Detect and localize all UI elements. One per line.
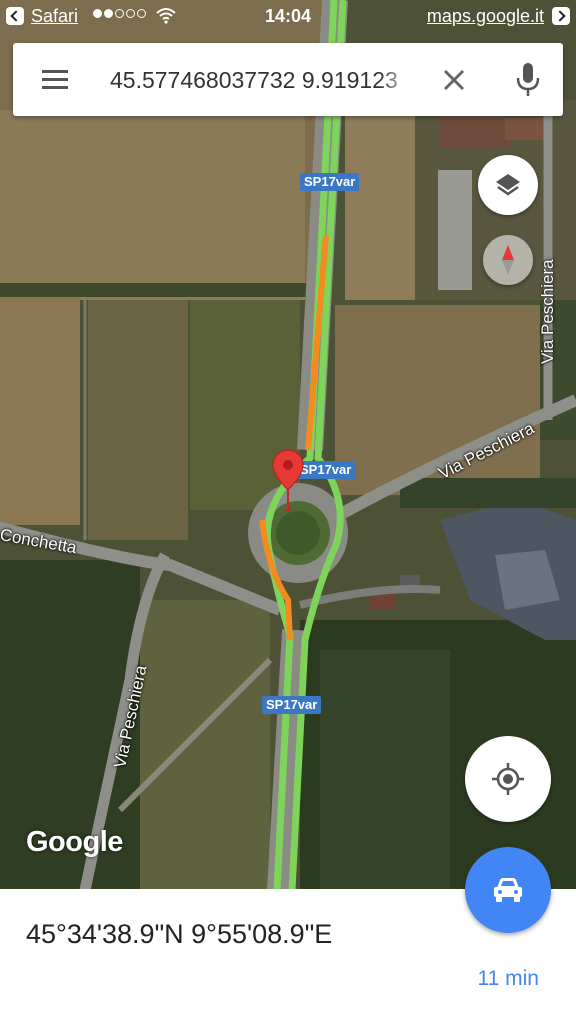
map-pin-icon[interactable] [271, 448, 305, 514]
layers-button[interactable] [478, 155, 538, 215]
compass-icon [502, 245, 514, 275]
forward-icon[interactable] [552, 7, 570, 25]
directions-button[interactable] [465, 847, 551, 933]
road-shield-sp17var: SP17var [262, 696, 322, 714]
road-shield-sp17var: SP17var [300, 173, 360, 191]
layers-icon [496, 174, 520, 196]
car-icon [494, 878, 522, 902]
travel-time: 11 min [477, 967, 539, 990]
clear-icon[interactable] [439, 65, 469, 95]
mic-icon[interactable] [513, 61, 543, 99]
status-bar: Safari 14:04 maps.google.it [0, 0, 576, 34]
my-location-button[interactable] [465, 736, 551, 822]
place-coordinates: 45°34'38.9"N 9°55'08.9"E [26, 919, 333, 949]
my-location-icon [492, 763, 524, 795]
status-url[interactable]: maps.google.it [427, 6, 544, 27]
compass-button[interactable] [483, 235, 533, 285]
search-bar [13, 43, 563, 116]
search-input[interactable] [110, 63, 416, 97]
menu-icon[interactable] [39, 68, 71, 92]
google-logo: Google [26, 826, 123, 858]
street-label-via-peschiera: Via Peschiera [538, 259, 557, 364]
